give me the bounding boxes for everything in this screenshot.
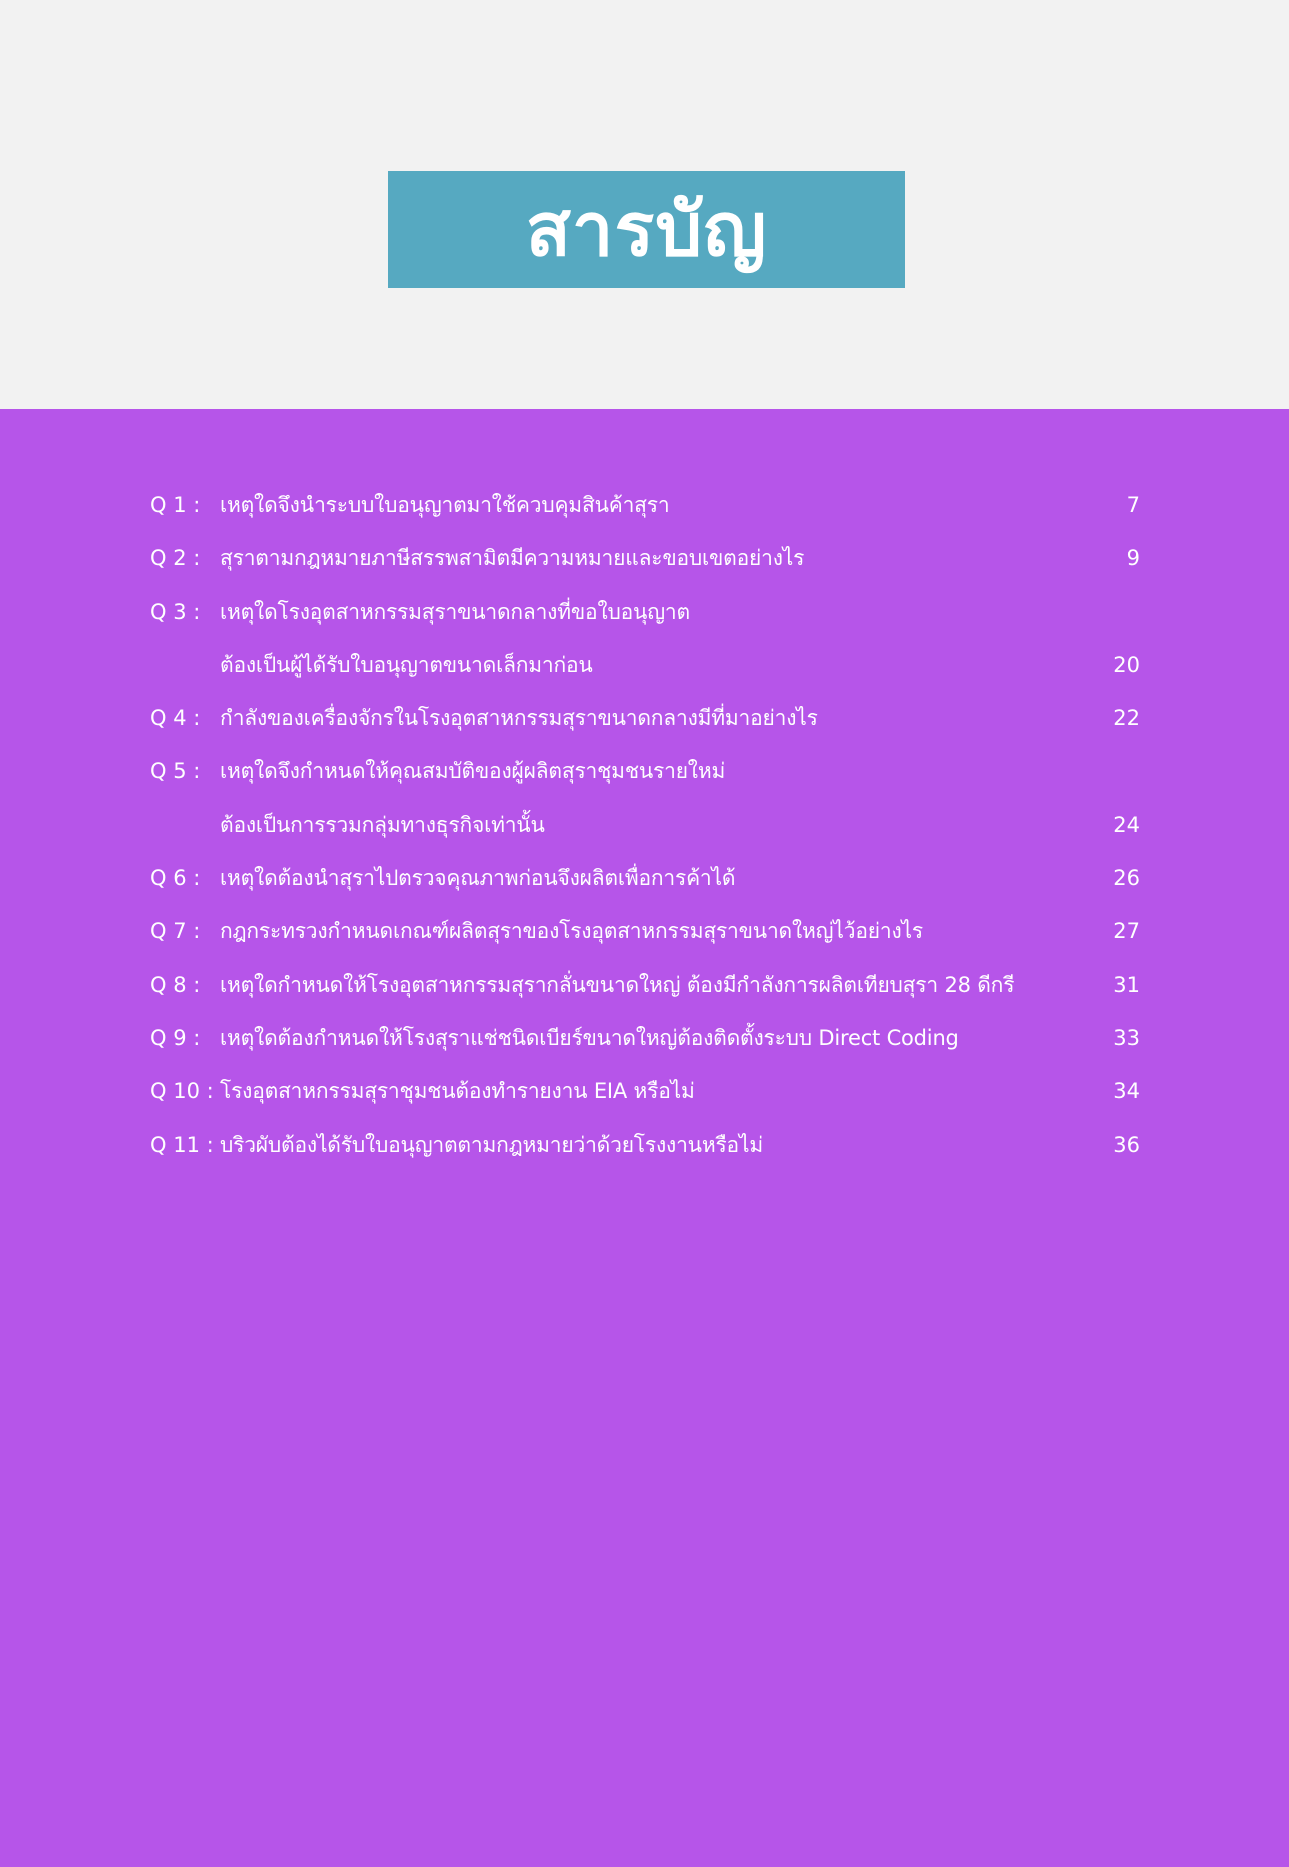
toc-question-number: Q 7 :	[150, 919, 201, 944]
toc-question-number: Q 5 :	[150, 759, 201, 784]
toc-entry-line: Q 8 : เหตุใดกำหนดให้โรงอุตสาหกรรมสุรากลั่…	[150, 959, 1140, 1012]
toc-question-text: เหตุใดกำหนดให้โรงอุตสาหกรรมสุรากลั่นขนาด…	[220, 972, 1015, 997]
toc-question-text: กำลังของเครื่องจักรในโรงอุตสาหกรรมสุราขน…	[220, 706, 818, 731]
toc-page-number: 9	[1126, 546, 1140, 571]
toc-question-text: บริวผับต้องได้รับใบอนุญาตตามกฎหมายว่าด้ว…	[220, 1132, 763, 1157]
toc-question-text: เหตุใดต้องนำสุราไปตรวจคุณภาพก่อนจึงผลิตเ…	[220, 866, 736, 891]
toc-entry-line: Q 6 : เหตุใดต้องนำสุราไปตรวจคุณภาพก่อนจึง…	[150, 852, 1140, 905]
toc-page-number: 22	[1113, 706, 1140, 731]
toc-question-number: Q 10 :	[150, 1079, 214, 1104]
toc-entry-line: Q 3 : เหตุใดโรงอุตสาหกรรมสุราขนาดกลางที่ข…	[150, 586, 1140, 639]
toc-question-number: Q 8 :	[150, 972, 201, 997]
toc-question-number: Q 11 :	[150, 1132, 214, 1157]
toc-list: Q 1 : เหตุใดจึงนำระบบใบอนุญาตมาใช้ควบคุมส…	[150, 479, 1140, 1172]
toc-question-text: กฎกระทรวงกำหนดเกณฑ์ผลิตสุราของโรงอุตสาหก…	[220, 919, 923, 944]
toc-question-text: เหตุใดจึงกำหนดให้คุณสมบัติของผู้ผลิตสุรา…	[220, 759, 726, 784]
toc-question-number: Q 9 :	[150, 1025, 201, 1050]
toc-page-number: 24	[1113, 812, 1140, 837]
toc-question-number: Q 4 :	[150, 706, 201, 731]
toc-entry-line: Q 11 : บริวผับต้องได้รับใบอนุญาตตามกฎหมาย…	[150, 1119, 1140, 1172]
toc-entry-line: Q 9 : เหตุใดต้องกำหนดให้โรงสุราแช่ชนิดเบี…	[150, 1012, 1140, 1065]
toc-page-number: 20	[1113, 652, 1140, 677]
toc-question-text: โรงอุตสาหกรรมสุราชุมชนต้องทำรายงาน EIA ห…	[220, 1079, 695, 1104]
toc-panel: Q 1 : เหตุใดจึงนำระบบใบอนุญาตมาใช้ควบคุมส…	[0, 409, 1289, 1867]
toc-question-text: เหตุใดโรงอุตสาหกรรมสุราขนาดกลางที่ขอใบอน…	[220, 599, 690, 624]
toc-page-number: 33	[1113, 1025, 1140, 1050]
toc-page: สารบัญ Q 1 : เหตุใดจึงนำระบบใบอนุญาตมาใช้…	[0, 0, 1289, 1867]
toc-page-number: 31	[1113, 972, 1140, 997]
toc-page-number: 27	[1113, 919, 1140, 944]
toc-entry-line: Q 7 : กฎกระทรวงกำหนดเกณฑ์ผลิตสุราของโรงอุ…	[150, 905, 1140, 958]
toc-question-text: เหตุใดจึงนำระบบใบอนุญาตมาใช้ควบคุมสินค้า…	[220, 493, 670, 517]
toc-question-number: Q 6 :	[150, 866, 201, 891]
toc-page-number: 26	[1113, 866, 1140, 891]
toc-question-number: Q 3 :	[150, 599, 201, 624]
toc-question-number: Q 1 :	[150, 493, 201, 517]
toc-page-number: 34	[1113, 1079, 1140, 1104]
toc-page-number: 36	[1113, 1132, 1140, 1157]
title-banner: สารบัญ	[388, 171, 905, 288]
toc-entry-line: Q 2 : สุราตามกฎหมายภาษีสรรพสามิตมีความหมา…	[150, 532, 1140, 585]
toc-entry-line: Q 10 : โรงอุตสาหกรรมสุราชุมชนต้องทำรายงาน…	[150, 1065, 1140, 1118]
toc-question-text: ต้องเป็นการรวมกลุ่มทางธุรกิจเท่านั้น	[220, 812, 545, 837]
toc-question-number: Q 2 :	[150, 546, 201, 571]
page-title: สารบัญ	[525, 186, 768, 273]
toc-entry-line: ต้องเป็นการรวมกลุ่มทางธุรกิจเท่านั้น 24	[150, 799, 1140, 852]
toc-entry-line: Q 1 : เหตุใดจึงนำระบบใบอนุญาตมาใช้ควบคุมส…	[150, 479, 1140, 532]
toc-question-text: ต้องเป็นผู้ได้รับใบอนุญาตขนาดเล็กมาก่อน	[220, 652, 593, 677]
toc-entry-line: ต้องเป็นผู้ได้รับใบอนุญาตขนาดเล็กมาก่อน 2…	[150, 639, 1140, 692]
toc-entry-line: Q 5 : เหตุใดจึงกำหนดให้คุณสมบัติของผู้ผลิ…	[150, 745, 1140, 798]
page-header: สารบัญ	[0, 0, 1289, 409]
toc-question-text: สุราตามกฎหมายภาษีสรรพสามิตมีความหมายและข…	[220, 546, 805, 571]
toc-page-number: 7	[1126, 493, 1140, 517]
toc-entry-line: Q 4 : กำลังของเครื่องจักรในโรงอุตสาหกรรมส…	[150, 692, 1140, 745]
toc-question-text: เหตุใดต้องกำหนดให้โรงสุราแช่ชนิดเบียร์ขน…	[220, 1025, 959, 1050]
